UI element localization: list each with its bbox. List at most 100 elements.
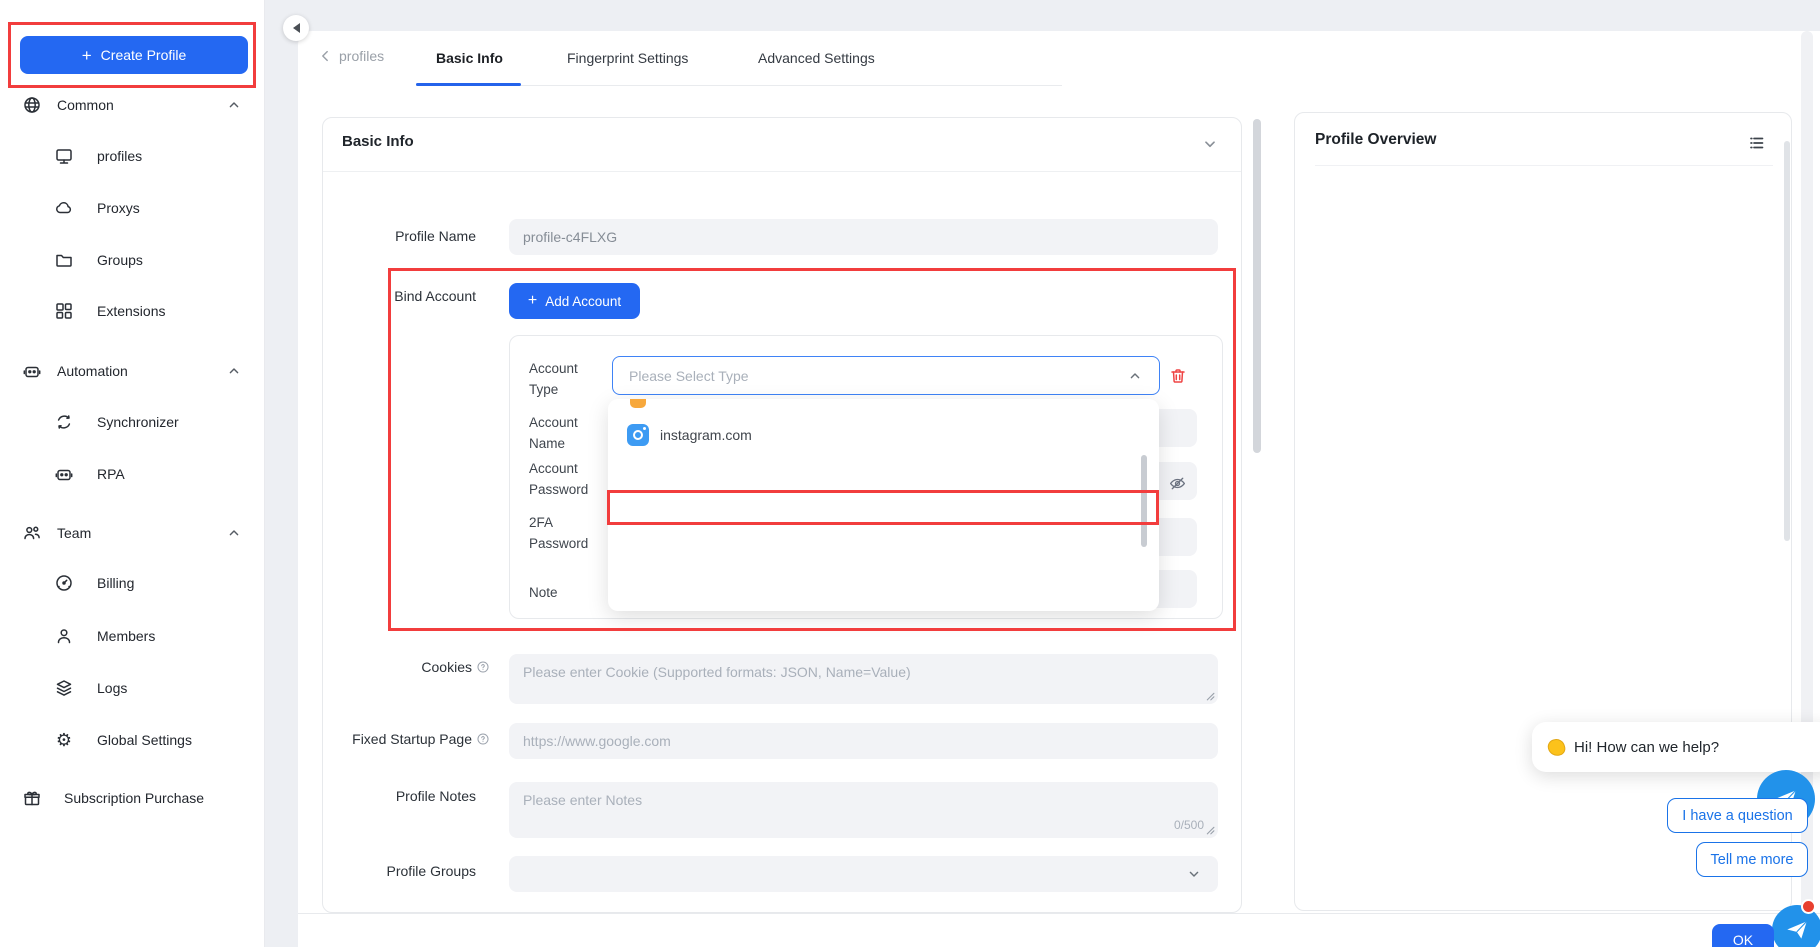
chevron-up-icon — [1127, 368, 1143, 384]
chat-more-button[interactable]: Tell me more — [1696, 842, 1808, 877]
sidebar-label: Common — [57, 97, 114, 113]
form-scrollbar[interactable] — [1253, 119, 1261, 453]
sidebar-item-billing[interactable]: Billing — [0, 571, 264, 595]
breadcrumb-back[interactable]: profiles — [318, 48, 384, 64]
account-type-select[interactable]: Please Select Type — [612, 356, 1160, 395]
sidebar: + Create Profile Common profiles Proxys Gro… — [0, 0, 265, 947]
cloud-icon — [54, 198, 74, 218]
overview-scrollbar[interactable] — [1784, 141, 1790, 541]
person-icon — [54, 626, 74, 646]
profile-notes-textarea[interactable]: Please enter Notes 0/500 — [509, 782, 1218, 838]
profile-notes-label: Profile Notes — [323, 788, 476, 804]
profile-name-input[interactable]: profile-c4FLXG — [509, 219, 1218, 255]
sidebar-section-automation[interactable]: Automation — [0, 359, 264, 383]
profile-groups-label: Profile Groups — [323, 863, 476, 879]
add-account-button[interactable]: + Add Account — [509, 283, 640, 319]
sidebar-label: Automation — [57, 363, 128, 379]
sync-icon — [54, 412, 74, 432]
chat-question-button[interactable]: I have a question — [1667, 798, 1808, 833]
footer-bar — [298, 913, 1820, 947]
sidebar-item-extensions[interactable]: Extensions — [0, 299, 264, 323]
account-type-dropdown: instagram.com — [608, 399, 1159, 611]
sidebar-label: Extensions — [97, 303, 165, 319]
option-label: instagram.com — [660, 427, 752, 443]
dropdown-scrollbar[interactable] — [1141, 455, 1147, 547]
sidebar-collapse-button[interactable] — [283, 15, 309, 41]
overview-header-divider — [1315, 165, 1773, 166]
card-header-divider — [323, 171, 1241, 172]
eye-off-icon[interactable] — [1168, 474, 1187, 493]
robot-icon — [54, 464, 74, 484]
notification-badge — [1801, 899, 1816, 914]
sidebar-section-team[interactable]: Team — [0, 521, 264, 545]
chat-greeting-text: Hi! How can we help? — [1574, 739, 1719, 756]
sidebar-section-subscription-purchase[interactable]: Subscription Purchase — [0, 786, 264, 810]
tab-basic-info[interactable]: Basic Info — [436, 50, 503, 66]
gear-icon: ⚙ — [54, 730, 74, 750]
collapse-left-icon — [293, 23, 300, 33]
sidebar-label: Groups — [97, 252, 143, 268]
twofa-password-label: 2FA Password — [529, 512, 603, 554]
delete-account-button[interactable] — [1168, 366, 1188, 386]
profile-groups-select[interactable] — [509, 856, 1218, 892]
cookies-placeholder: Please enter Cookie (Supported formats: … — [523, 664, 911, 680]
account-name-label: Account Name — [529, 412, 603, 454]
breadcrumb-label: profiles — [339, 48, 384, 64]
chevron-up-icon[interactable] — [226, 525, 242, 541]
cookies-textarea[interactable]: Please enter Cookie (Supported formats: … — [509, 654, 1218, 704]
overview-list-icon[interactable] — [1747, 133, 1767, 153]
help-icon[interactable] — [476, 660, 490, 674]
fixed-startup-label: Fixed Startup Page — [352, 731, 472, 747]
team-icon — [22, 523, 42, 543]
overview-title: Profile Overview — [1315, 131, 1436, 149]
sidebar-item-members[interactable]: Members — [0, 624, 264, 648]
plus-icon: + — [82, 47, 92, 64]
bind-account-label: Bind Account — [323, 288, 476, 304]
sidebar-item-profiles[interactable]: profiles — [0, 144, 264, 168]
folder-icon — [54, 250, 74, 270]
card-title: Basic Info — [342, 133, 414, 150]
ok-button[interactable]: OK — [1712, 924, 1774, 947]
monitor-icon — [54, 146, 74, 166]
create-profile-label: Create Profile — [101, 47, 187, 63]
sidebar-label: Members — [97, 628, 155, 644]
card-collapse-chevron-icon[interactable] — [1201, 135, 1219, 153]
sidebar-label: Global Settings — [97, 732, 192, 748]
resize-handle-icon[interactable] — [1204, 824, 1215, 835]
clipped-option-icon — [630, 399, 646, 408]
basic-info-card: Basic Info Profile Name profile-c4FLXG B… — [322, 117, 1242, 913]
tab-fingerprint-settings[interactable]: Fingerprint Settings — [567, 50, 688, 66]
sidebar-label: Synchronizer — [97, 414, 179, 430]
sidebar-item-synchronizer[interactable]: Synchronizer — [0, 410, 264, 434]
create-profile-button[interactable]: + Create Profile — [20, 36, 248, 74]
help-icon[interactable] — [476, 732, 490, 746]
sidebar-item-global-settings[interactable]: ⚙ Global Settings — [0, 728, 264, 752]
sidebar-section-common[interactable]: Common — [0, 93, 264, 117]
account-password-label: Account Password — [529, 458, 603, 500]
sidebar-item-logs[interactable]: Logs — [0, 676, 264, 700]
account-type-label: Account Type — [529, 358, 603, 400]
sidebar-label: Billing — [97, 575, 134, 591]
fixed-startup-input[interactable]: https://www.google.com — [509, 723, 1218, 759]
dropdown-option-instagram-com[interactable]: instagram.com — [608, 417, 1159, 453]
tab-advanced-settings[interactable]: Advanced Settings — [758, 50, 875, 66]
chevron-up-icon[interactable] — [226, 97, 242, 113]
sidebar-item-rpa[interactable]: RPA — [0, 462, 264, 486]
wave-emoji — [1546, 737, 1567, 758]
sidebar-label: RPA — [97, 466, 125, 482]
sidebar-item-proxys[interactable]: Proxys — [0, 196, 264, 220]
chat-greeting-bubble[interactable]: Hi! How can we help? — [1532, 722, 1820, 772]
gift-icon — [22, 788, 42, 808]
cookies-label-row: Cookies — [323, 659, 490, 675]
sidebar-item-groups[interactable]: Groups — [0, 248, 264, 272]
add-account-label: Add Account — [545, 294, 621, 309]
chevron-up-icon[interactable] — [226, 363, 242, 379]
layers-icon — [54, 678, 74, 698]
profile-name-label: Profile Name — [323, 228, 476, 244]
paper-plane-icon — [1784, 917, 1810, 943]
gauge-icon — [54, 573, 74, 593]
grid-icon — [54, 301, 74, 321]
account-type-placeholder: Please Select Type — [629, 368, 749, 384]
resize-handle-icon[interactable] — [1204, 690, 1215, 701]
sidebar-label: Team — [57, 525, 91, 541]
